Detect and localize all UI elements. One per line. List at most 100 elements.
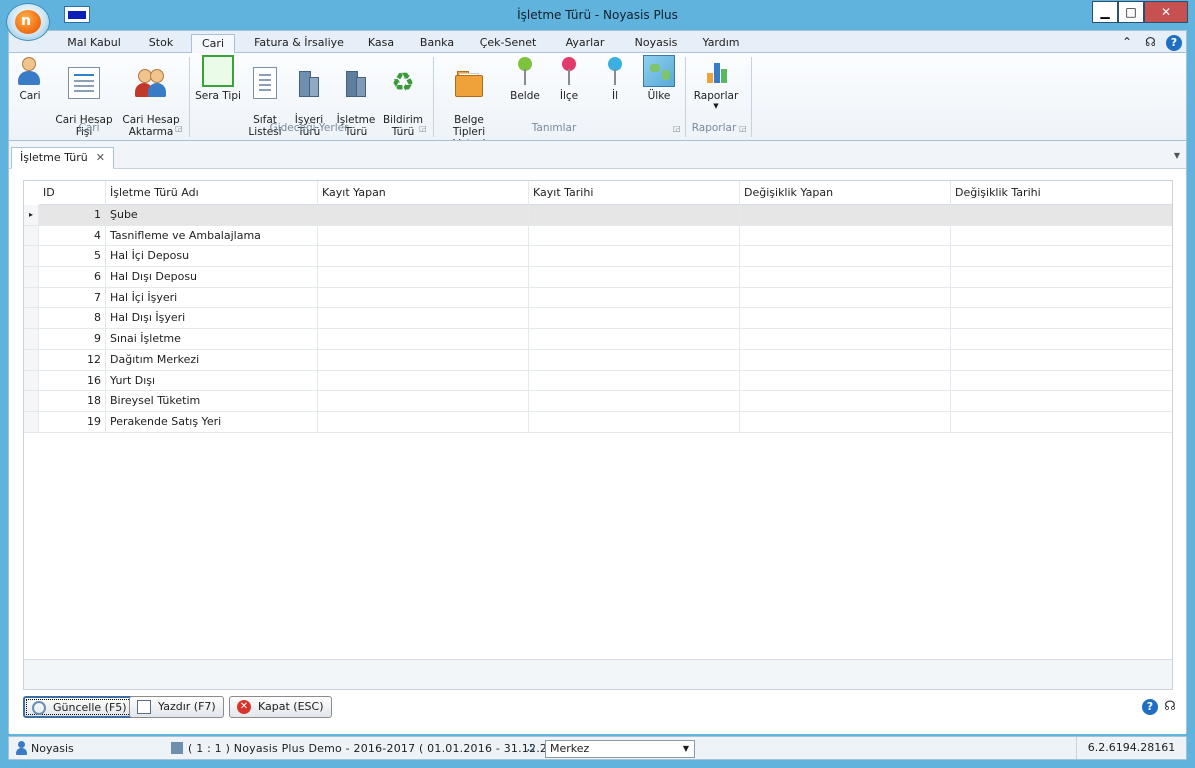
cell-empty[interactable] <box>317 370 528 391</box>
cell-name[interactable]: Hal İçi Deposu <box>105 246 317 267</box>
cell-empty[interactable] <box>317 349 528 370</box>
cell-empty[interactable] <box>528 225 739 246</box>
isyeri-turu-button[interactable]: İşyeri Türü <box>289 55 329 138</box>
row-indicator[interactable] <box>24 349 39 370</box>
dialog-launcher-icon[interactable]: ◲ <box>739 124 747 133</box>
table-row[interactable]: 16 Yurt Dışı <box>24 370 1172 392</box>
cari-hesap-fisi-button[interactable]: Cari Hesap Fişi <box>55 55 113 138</box>
row-indicator[interactable] <box>24 411 39 432</box>
raporlar-button[interactable]: Raporlar ▼ <box>691 55 741 117</box>
maximize-button[interactable]: □ <box>1118 1 1144 23</box>
tab-noyasis[interactable]: Noyasis <box>627 34 685 53</box>
branch-select[interactable]: Merkez ▼ <box>545 740 695 758</box>
tab-stok[interactable]: Stok <box>139 34 183 53</box>
chevron-down-icon[interactable]: ▼ <box>1174 151 1180 160</box>
cell-empty[interactable] <box>950 267 1172 287</box>
cell-name[interactable]: Şube <box>105 205 317 225</box>
cell-empty[interactable] <box>317 225 528 246</box>
tab-banka[interactable]: Banka <box>413 34 461 53</box>
cell-empty[interactable] <box>317 287 528 308</box>
cell-empty[interactable] <box>528 370 739 391</box>
table-row[interactable]: 7 Hal İçi İşyeri <box>24 287 1172 309</box>
row-indicator[interactable] <box>24 287 39 308</box>
ulke-button[interactable]: Ülke <box>639 55 679 117</box>
cell-id[interactable]: 18 <box>39 391 105 411</box>
cell-empty[interactable] <box>950 225 1172 246</box>
row-indicator[interactable] <box>24 267 39 287</box>
sifat-listesi-button[interactable]: Sıfat Listesi <box>247 55 283 138</box>
table-row[interactable]: ▸ 1 Şube <box>24 205 1172 226</box>
table-row[interactable]: 19 Perakende Satış Yeri <box>24 411 1172 433</box>
cell-name[interactable]: Perakende Satış Yeri <box>105 411 317 432</box>
table-row[interactable]: 12 Dağıtım Merkezi <box>24 349 1172 371</box>
tab-yardim[interactable]: Yardım <box>697 34 745 53</box>
cell-empty[interactable] <box>528 329 739 349</box>
cell-name[interactable]: Hal Dışı İşyeri <box>105 308 317 329</box>
quick-access-toolbar-icon[interactable] <box>64 6 90 23</box>
cell-empty[interactable] <box>950 246 1172 267</box>
app-menu-button[interactable]: n <box>6 3 50 41</box>
row-indicator[interactable] <box>24 329 39 349</box>
isletme-turu-button[interactable]: İşletme Türü <box>335 55 377 138</box>
il-button[interactable]: İl <box>597 55 633 117</box>
close-window-button[interactable]: ✕ <box>1144 1 1188 23</box>
cell-empty[interactable] <box>739 370 950 391</box>
cell-id[interactable]: 9 <box>39 329 105 349</box>
cell-empty[interactable] <box>950 391 1172 411</box>
cari-hesap-aktarma-button[interactable]: Cari Hesap Aktarma <box>119 55 183 138</box>
row-pointer-icon[interactable]: ▸ <box>24 205 39 225</box>
tab-ayarlar[interactable]: Ayarlar <box>557 34 613 53</box>
cell-empty[interactable] <box>317 267 528 287</box>
cell-id[interactable]: 4 <box>39 226 105 246</box>
close-icon[interactable]: ✕ <box>96 151 105 164</box>
cell-empty[interactable] <box>317 308 528 329</box>
belde-button[interactable]: Belde <box>507 55 543 117</box>
cell-empty[interactable] <box>739 329 950 349</box>
tab-cek-senet[interactable]: Çek-Senet <box>471 34 545 53</box>
cell-empty[interactable] <box>950 329 1172 349</box>
cell-id[interactable]: 8 <box>39 308 105 328</box>
cell-name[interactable]: Yurt Dışı <box>105 370 317 391</box>
cell-empty[interactable] <box>528 246 739 267</box>
cell-name[interactable]: Tasnifleme ve Ambalajlama <box>105 225 317 246</box>
cell-empty[interactable] <box>739 411 950 432</box>
column-header-created-date[interactable]: Kayıt Tarihi <box>528 181 739 205</box>
tab-isletme-turu[interactable]: İşletme Türü ✕ <box>11 147 114 169</box>
dialog-launcher-icon[interactable]: ◲ <box>175 124 183 133</box>
cell-empty[interactable] <box>317 411 528 432</box>
cell-empty[interactable] <box>317 391 528 411</box>
cell-name[interactable]: Hal İçi İşyeri <box>105 287 317 308</box>
cell-empty[interactable] <box>950 308 1172 329</box>
tab-fatura-irsaliye[interactable]: Fatura & İrsaliye <box>247 34 351 53</box>
cell-id[interactable]: 6 <box>39 267 105 287</box>
cell-empty[interactable] <box>950 349 1172 370</box>
row-indicator[interactable] <box>24 391 39 411</box>
cell-empty[interactable] <box>528 287 739 308</box>
cell-empty[interactable] <box>739 267 950 287</box>
cell-empty[interactable] <box>528 411 739 432</box>
table-row[interactable]: 6 Hal Dışı Deposu <box>24 267 1172 288</box>
dialog-launcher-icon[interactable]: ◲ <box>419 124 427 133</box>
cell-name[interactable]: Bireysel Tüketim <box>105 391 317 411</box>
print-button[interactable]: Yazdır (F7) <box>129 696 224 718</box>
tab-cari[interactable]: Cari <box>191 34 235 53</box>
cell-id[interactable]: 5 <box>39 246 105 266</box>
close-button[interactable]: ✕ Kapat (ESC) <box>229 696 332 718</box>
headset-icon[interactable]: ☊ <box>1143 34 1159 50</box>
cell-empty[interactable] <box>950 411 1172 432</box>
column-header-modified-date[interactable]: Değişiklik Tarihi <box>950 181 1172 205</box>
dialog-launcher-icon[interactable]: ◲ <box>673 124 681 133</box>
cell-empty[interactable] <box>739 246 950 267</box>
cell-empty[interactable] <box>528 205 739 225</box>
tab-mal-kabul[interactable]: Mal Kabul <box>61 34 127 53</box>
table-row[interactable]: 9 Sınai İşletme <box>24 329 1172 350</box>
table-row[interactable]: 8 Hal Dışı İşyeri <box>24 308 1172 330</box>
cell-id[interactable]: 12 <box>39 350 105 370</box>
bildirim-turu-button[interactable]: ♻ Bildirim Türü <box>381 55 425 138</box>
row-indicator[interactable] <box>24 308 39 329</box>
cell-empty[interactable] <box>739 205 950 225</box>
cell-empty[interactable] <box>950 370 1172 391</box>
cell-empty[interactable] <box>739 391 950 411</box>
row-indicator[interactable] <box>24 246 39 267</box>
column-header-id[interactable]: ID <box>39 181 105 205</box>
